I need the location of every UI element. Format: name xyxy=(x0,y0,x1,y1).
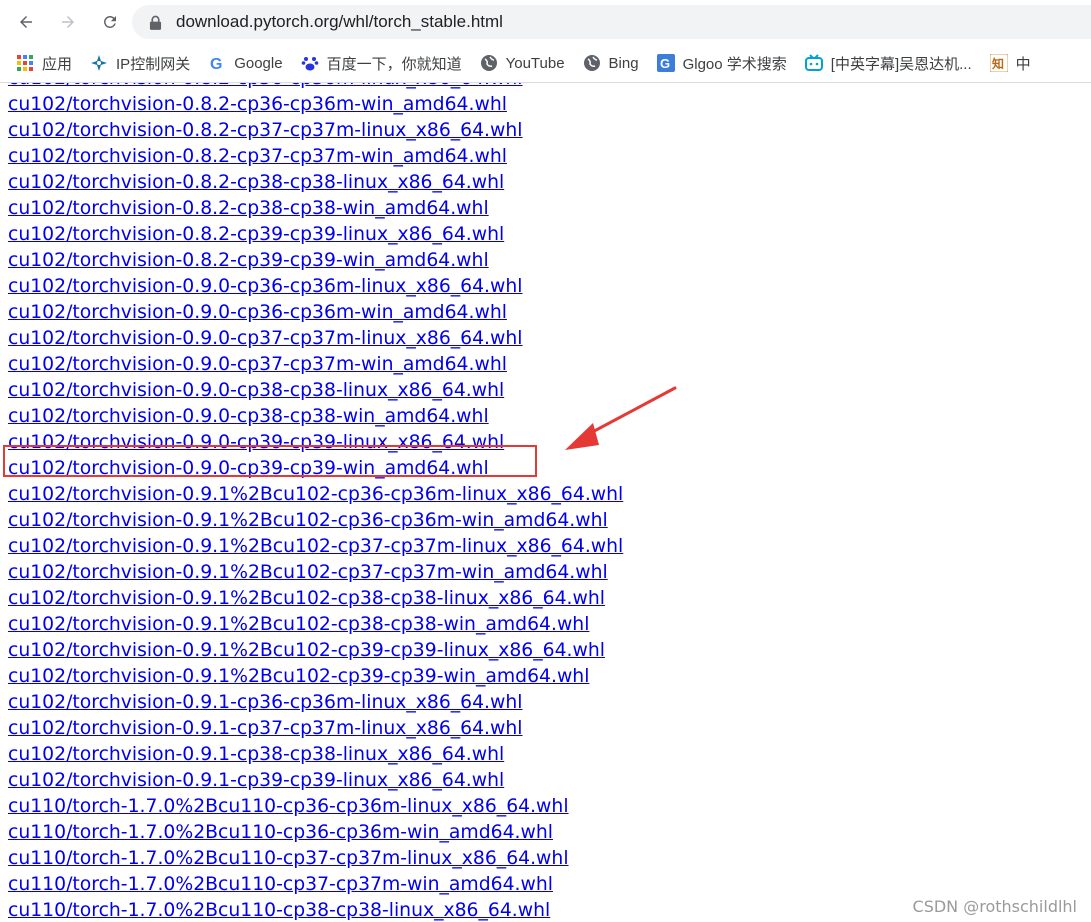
baidu-paw-icon xyxy=(301,54,319,72)
bookmarks-bar: 应用 IP控制网关 G Google 百度一下，你就知道 YouTube Bin… xyxy=(0,44,1091,83)
apps-grid-icon xyxy=(16,54,34,72)
wheel-link[interactable]: cu102/torchvision-0.9.0-cp38-cp38-linux_… xyxy=(8,378,623,404)
wheel-link[interactable]: cu102/torchvision-0.9.1%2Bcu102-cp39-cp3… xyxy=(8,638,623,664)
wheel-link[interactable]: cu102/torchvision-0.9.0-cp36-cp36m-linux… xyxy=(8,274,623,300)
wheel-link[interactable]: cu102/torchvision-0.8.2-cp37-cp37m-win_a… xyxy=(8,144,623,170)
wheel-link[interactable]: cu102/torchvision-0.9.0-cp37-cp37m-win_a… xyxy=(8,352,623,378)
svg-text:G: G xyxy=(660,56,670,71)
bookmark-bilibili[interactable]: [中英字幕]吴恩达机... xyxy=(799,48,978,78)
bookmark-youtube[interactable]: YouTube xyxy=(474,48,571,78)
page-content: cu102/torchvision-0.8.2-cp36-cp36m-linux… xyxy=(0,83,1091,922)
wheel-link[interactable]: cu110/torch-1.7.0%2Bcu110-cp37-cp37m-lin… xyxy=(8,846,623,872)
globe-icon xyxy=(480,54,498,72)
reload-icon[interactable] xyxy=(98,10,122,34)
annotation-arrow-icon xyxy=(565,386,677,450)
wheel-link[interactable]: cu102/torchvision-0.9.1-cp39-cp39-linux_… xyxy=(8,768,623,794)
wheel-link[interactable]: cu102/torchvision-0.8.2-cp39-cp39-win_am… xyxy=(8,248,623,274)
wheel-link[interactable]: cu102/torchvision-0.9.1%2Bcu102-cp36-cp3… xyxy=(8,482,623,508)
wheel-link[interactable]: cu102/torchvision-0.9.1-cp38-cp38-linux_… xyxy=(8,742,623,768)
wheel-link[interactable]: cu102/torchvision-0.9.1%2Bcu102-cp38-cp3… xyxy=(8,612,623,638)
bookmark-ip-gateway[interactable]: IP控制网关 xyxy=(84,48,196,78)
globe-icon xyxy=(583,54,601,72)
bookmark-google[interactable]: G Google xyxy=(202,48,288,78)
google-icon: G xyxy=(208,54,226,72)
bookmark-label: 百度一下，你就知道 xyxy=(326,55,462,73)
wheel-link[interactable]: cu102/torchvision-0.8.2-cp38-cp38-linux_… xyxy=(8,170,623,196)
lock-icon[interactable] xyxy=(148,14,162,30)
bookmark-zhihu[interactable]: 知 中 xyxy=(984,48,1037,78)
bookmark-baidu[interactable]: 百度一下，你就知道 xyxy=(295,48,468,78)
wheel-link[interactable]: cu110/torch-1.7.0%2Bcu110-cp37-cp37m-win… xyxy=(8,872,623,898)
wheel-link[interactable]: cu102/torchvision-0.9.1%2Bcu102-cp39-cp3… xyxy=(8,664,623,690)
wheel-link[interactable]: cu110/torch-1.7.0%2Bcu110-cp36-cp36m-lin… xyxy=(8,794,623,820)
address-bar[interactable]: download.pytorch.org/whl/torch_stable.ht… xyxy=(132,5,1091,39)
compass-icon xyxy=(90,54,108,72)
svg-text:知: 知 xyxy=(991,56,1004,71)
zhihu-icon: 知 xyxy=(989,54,1008,72)
bookmark-bing[interactable]: Bing xyxy=(577,48,645,78)
link-list: cu102/torchvision-0.8.2-cp36-cp36m-linux… xyxy=(8,83,623,922)
bookmark-label: Glgoo 学术搜索 xyxy=(682,55,787,73)
wheel-link[interactable]: cu102/torchvision-0.9.1%2Bcu102-cp36-cp3… xyxy=(8,508,623,534)
bookmark-label: [中英字幕]吴恩达机... xyxy=(830,55,972,73)
wheel-link[interactable]: cu102/torchvision-0.8.2-cp37-cp37m-linux… xyxy=(8,118,623,144)
bookmark-label: YouTube xyxy=(505,54,565,72)
bookmark-label: IP控制网关 xyxy=(116,55,191,73)
bookmark-label: 应用 xyxy=(42,55,73,73)
bookmark-label: 中 xyxy=(1015,55,1031,73)
bookmark-label: Google xyxy=(234,54,283,72)
wheel-link[interactable]: cu102/torchvision-0.9.1-cp36-cp36m-linux… xyxy=(8,690,623,716)
forward-arrow-icon[interactable] xyxy=(56,10,80,34)
wheel-link[interactable]: cu102/torchvision-0.9.0-cp36-cp36m-win_a… xyxy=(8,300,623,326)
wheel-link[interactable]: cu102/torchvision-0.8.2-cp38-cp38-win_am… xyxy=(8,196,623,222)
wheel-link[interactable]: cu102/torchvision-0.9.1%2Bcu102-cp38-cp3… xyxy=(8,586,623,612)
wheel-link[interactable]: cu102/torchvision-0.9.1-cp37-cp37m-linux… xyxy=(8,716,623,742)
url-text[interactable]: download.pytorch.org/whl/torch_stable.ht… xyxy=(176,12,503,32)
glgoo-icon: G xyxy=(656,54,675,72)
bookmark-glgoo[interactable]: G Glgoo 学术搜索 xyxy=(651,48,793,78)
wheel-link[interactable]: cu102/torchvision-0.8.2-cp36-cp36m-linux… xyxy=(8,83,623,92)
wheel-link[interactable]: cu102/torchvision-0.9.0-cp38-cp38-win_am… xyxy=(8,404,623,430)
wheel-link[interactable]: cu102/torchvision-0.9.1%2Bcu102-cp37-cp3… xyxy=(8,560,623,586)
bookmark-apps[interactable]: 应用 xyxy=(10,48,78,78)
wheel-link[interactable]: cu102/torchvision-0.8.2-cp39-cp39-linux_… xyxy=(8,222,623,248)
bookmark-label: Bing xyxy=(608,54,639,72)
highlight-box xyxy=(3,445,537,477)
wheel-link[interactable]: cu102/torchvision-0.9.0-cp37-cp37m-linux… xyxy=(8,326,623,352)
wheel-link[interactable]: cu102/torchvision-0.8.2-cp36-cp36m-win_a… xyxy=(8,92,623,118)
wheel-link[interactable]: cu110/torch-1.7.0%2Bcu110-cp36-cp36m-win… xyxy=(8,820,623,846)
browser-toolbar: download.pytorch.org/whl/torch_stable.ht… xyxy=(0,0,1091,44)
wheel-link[interactable]: cu110/torch-1.7.0%2Bcu110-cp38-cp38-linu… xyxy=(8,898,623,922)
watermark: CSDN @rothschildlhl xyxy=(912,897,1077,916)
svg-text:G: G xyxy=(210,56,222,72)
browser-window: download.pytorch.org/whl/torch_stable.ht… xyxy=(0,0,1091,922)
back-arrow-icon[interactable] xyxy=(14,10,38,34)
wheel-link[interactable]: cu102/torchvision-0.9.1%2Bcu102-cp37-cp3… xyxy=(8,534,623,560)
bilibili-icon xyxy=(804,54,823,72)
